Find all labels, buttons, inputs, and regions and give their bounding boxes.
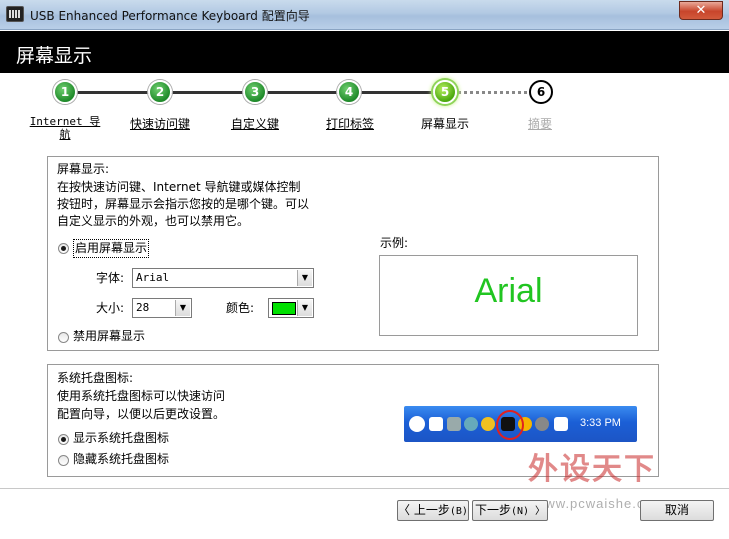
- step-2-label[interactable]: 快速访问键: [123, 115, 197, 132]
- step-1-node[interactable]: 1: [53, 80, 77, 104]
- footer-separator: [0, 488, 729, 489]
- tray-description-1: 使用系统托盘图标可以快速访问: [57, 389, 226, 403]
- next-button-key: (N) 〉: [510, 506, 546, 517]
- hide-tray-label[interactable]: 隐藏系统托盘图标: [73, 451, 169, 468]
- enable-osd-label[interactable]: 启用屏幕显示: [73, 239, 150, 258]
- tray-description-2: 配置向导，以便以后更改设置。: [57, 407, 226, 421]
- osd-heading: 屏幕显示:: [57, 162, 110, 176]
- network-icon: [447, 417, 461, 431]
- page-title: 屏幕显示: [16, 45, 93, 67]
- step-2-node[interactable]: 2: [148, 80, 172, 104]
- font-select[interactable]: Arial ▼: [132, 268, 314, 288]
- wizard-header: 屏幕显示: [0, 31, 729, 73]
- font-label: 字体:: [96, 271, 125, 285]
- color-swatch: [272, 302, 296, 315]
- example-label: 示例:: [380, 236, 409, 250]
- keyboard-app-icon: [6, 6, 24, 22]
- tray-clock: 3:33 PM: [580, 417, 621, 429]
- enable-osd-radio[interactable]: [58, 243, 69, 254]
- wizard-steps: 1 2 3 4 5 6 Internet 导航 快速访问键 自定义键 打印标签 …: [8, 73, 721, 148]
- highlight-circle: [496, 410, 524, 440]
- osd-description-1: 在按快速访问键、Internet 导航键或媒体控制: [57, 180, 301, 194]
- watermark-logo: 外设天下: [528, 452, 656, 487]
- watermark-url: www.pcwaishe.cn: [535, 496, 653, 511]
- tray-heading: 系统托盘图标:: [57, 371, 134, 385]
- step-1-label[interactable]: Internet 导航: [29, 115, 101, 141]
- window-title: USB Enhanced Performance Keyboard 配置向导: [30, 9, 310, 23]
- step-5-node: 5: [433, 80, 457, 104]
- chevron-icon: [409, 416, 425, 432]
- back-button-key: (B): [449, 506, 468, 517]
- osd-description-3: 自定义显示的外观，也可以禁用它。: [57, 214, 250, 228]
- next-button-label: 下一步: [474, 503, 511, 517]
- osd-preview: Arial: [379, 255, 638, 336]
- smiley-icon: [481, 417, 495, 431]
- back-button-label: 〈 上一步: [398, 503, 450, 517]
- color-select[interactable]: ▼: [268, 298, 314, 318]
- step-remaining-line: [458, 91, 538, 94]
- step-5-label: 屏幕显示: [420, 117, 469, 131]
- show-tray-label[interactable]: 显示系统托盘图标: [73, 430, 169, 447]
- disable-osd-label[interactable]: 禁用屏幕显示: [73, 328, 145, 345]
- close-button[interactable]: ✕: [679, 1, 723, 20]
- size-select-value: 28: [136, 301, 150, 314]
- hide-tray-radio[interactable]: [58, 455, 69, 466]
- step-6-node: 6: [529, 80, 553, 104]
- step-6-label: 摘要: [527, 117, 552, 131]
- cancel-button[interactable]: 取消: [640, 500, 714, 521]
- info-icon: [429, 417, 443, 431]
- chevron-down-icon[interactable]: ▼: [297, 300, 312, 316]
- size-label: 大小:: [96, 301, 125, 315]
- step-4-label[interactable]: 打印标签: [318, 115, 382, 132]
- globe-icon: [464, 417, 478, 431]
- step-4-node[interactable]: 4: [337, 80, 361, 104]
- title-bar: USB Enhanced Performance Keyboard 配置向导 ✕: [0, 0, 729, 30]
- osd-description-2: 按钮时，屏幕显示会指示您按的是哪个键。可以: [57, 197, 310, 211]
- size-select[interactable]: 28 ▼: [132, 298, 192, 318]
- step-3-node[interactable]: 3: [243, 80, 267, 104]
- next-button[interactable]: 下一步(N) 〉: [472, 500, 548, 521]
- chevron-down-icon[interactable]: ▼: [297, 270, 312, 286]
- osd-preview-text: Arial: [474, 272, 543, 310]
- font-select-value: Arial: [136, 271, 170, 284]
- step-3-label[interactable]: 自定义键: [223, 115, 287, 132]
- chevron-down-icon[interactable]: ▼: [175, 300, 190, 316]
- back-button[interactable]: 〈 上一步(B): [397, 500, 469, 521]
- disc-icon: [535, 417, 549, 431]
- disable-osd-radio[interactable]: [58, 332, 69, 343]
- color-label: 颜色:: [226, 301, 255, 315]
- show-tray-radio[interactable]: [58, 434, 69, 445]
- media-icon: [554, 417, 568, 431]
